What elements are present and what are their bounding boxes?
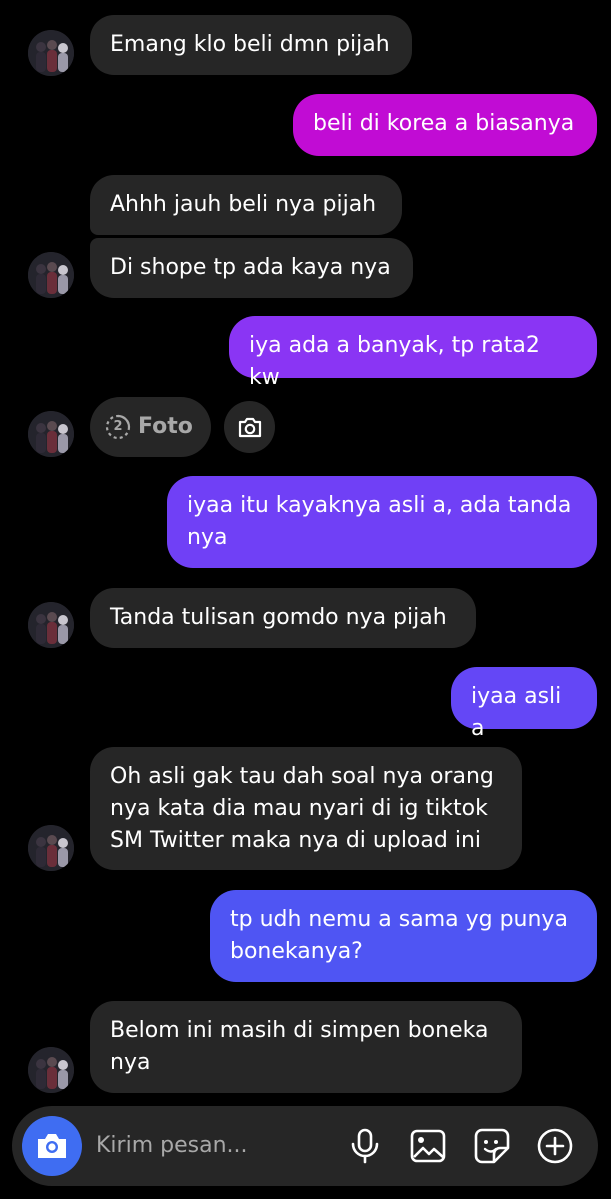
incoming-message[interactable]: Belom ini masih di simpen boneka nya xyxy=(90,1001,522,1093)
microphone-icon[interactable] xyxy=(346,1127,384,1165)
outgoing-message[interactable]: tp udh nemu a sama yg punya bonekanya? xyxy=(210,890,597,982)
outgoing-message[interactable]: iyaa itu kayaknya asli a, ada tanda nya xyxy=(167,476,597,568)
replay-photo-button[interactable] xyxy=(224,401,275,453)
contact-avatar[interactable] xyxy=(28,825,74,871)
plus-icon[interactable] xyxy=(536,1127,574,1165)
outgoing-message[interactable]: iya ada a banyak, tp rata2 kw xyxy=(229,316,597,390)
incoming-message[interactable]: Emang klo beli dmn pijah xyxy=(90,15,412,75)
sticker-icon[interactable] xyxy=(473,1127,511,1165)
group-photo-icon xyxy=(28,825,74,871)
message-composer: Kirim pesan... xyxy=(12,1106,598,1186)
camera-button[interactable] xyxy=(22,1116,82,1176)
camera-icon xyxy=(238,417,262,438)
gallery-icon[interactable] xyxy=(409,1127,447,1165)
incoming-message[interactable]: Ahhh jauh beli nya pijah xyxy=(90,175,402,235)
photo-label: Foto xyxy=(138,414,193,439)
incoming-message[interactable]: Di shope tp ada kaya nya xyxy=(90,238,413,298)
contact-avatar[interactable] xyxy=(28,411,74,457)
view-once-photo[interactable]: 2 Foto xyxy=(90,397,211,457)
contact-avatar[interactable] xyxy=(28,602,74,648)
incoming-message[interactable]: Oh asli gak tau dah soal nya orang nya k… xyxy=(90,747,522,870)
contact-avatar[interactable] xyxy=(28,252,74,298)
contact-avatar[interactable] xyxy=(28,30,74,76)
outgoing-message[interactable]: beli di korea a biasanya xyxy=(293,94,597,156)
group-photo-icon xyxy=(28,1047,74,1093)
group-photo-icon xyxy=(28,30,74,76)
group-photo-icon xyxy=(28,411,74,457)
message-input[interactable]: Kirim pesan... xyxy=(96,1128,248,1164)
outgoing-message[interactable]: iyaa asli a xyxy=(451,667,597,741)
group-photo-icon xyxy=(28,252,74,298)
view-count: 2 xyxy=(113,419,123,434)
incoming-message[interactable]: Tanda tulisan gomdo nya pijah xyxy=(90,588,476,648)
group-photo-icon xyxy=(28,602,74,648)
contact-avatar[interactable] xyxy=(28,1047,74,1093)
camera-icon xyxy=(38,1134,66,1158)
